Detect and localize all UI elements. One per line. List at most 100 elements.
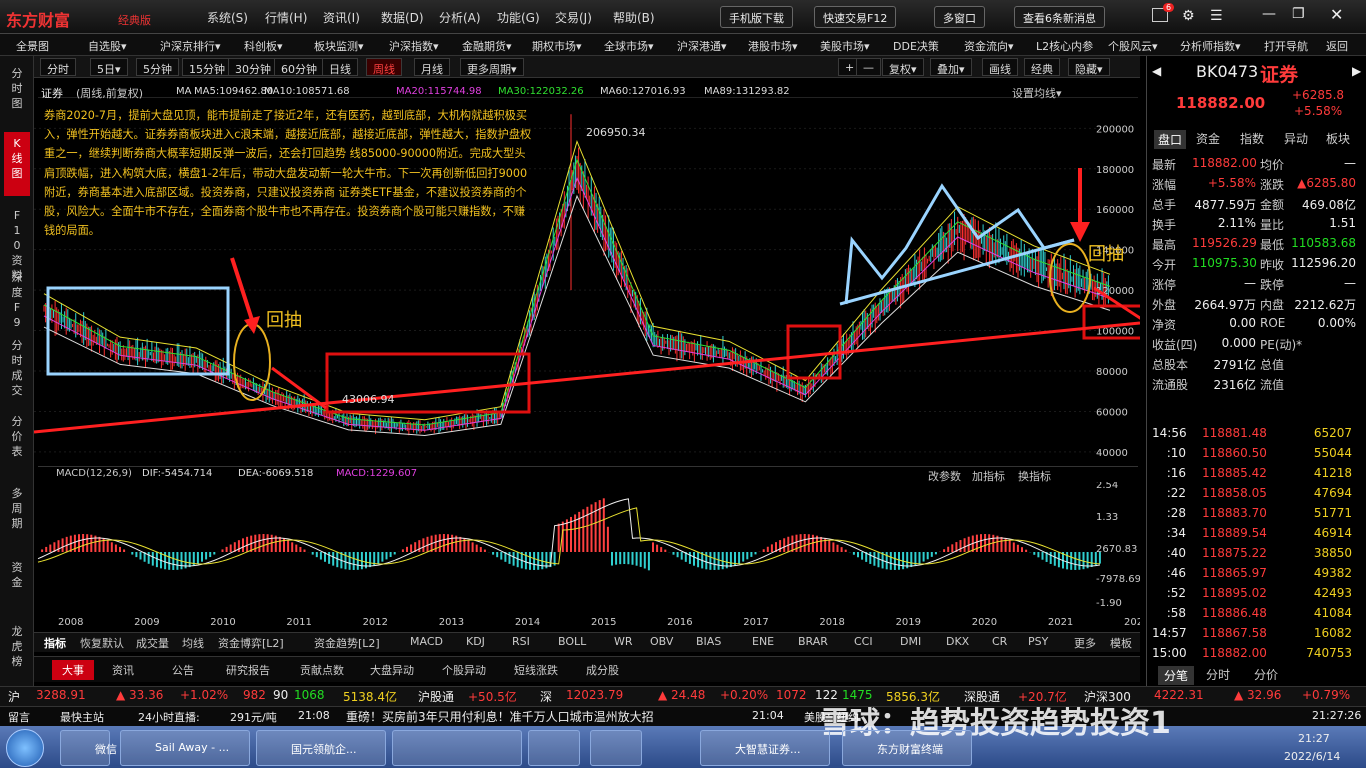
left-tab-6[interactable]: 多 周 期: [4, 486, 30, 531]
indicator-1[interactable]: 恢复默认: [80, 635, 124, 651]
quote-tab-1[interactable]: 资金: [1196, 130, 1220, 147]
tf-4[interactable]: 30分钟: [228, 58, 278, 76]
macd-chart[interactable]: 2.54 1.33 2670.83 -7978.69 -1.90: [34, 482, 1140, 612]
left-tab-8[interactable]: 龙 虎 榜: [4, 624, 30, 669]
quote-bottom-tab-1[interactable]: 分时: [1206, 666, 1230, 683]
nav-item-14[interactable]: L2核心内参: [1036, 38, 1093, 54]
next-icon[interactable]: ▶: [1352, 64, 1361, 78]
nav-item-6[interactable]: 金融期货▾: [462, 38, 512, 54]
chart-tool-1[interactable]: —: [856, 58, 881, 76]
nav-item-1[interactable]: 自选股▾: [88, 38, 127, 54]
nav-item-18[interactable]: 返回: [1326, 38, 1348, 54]
quote-bottom-tab-2[interactable]: 分价: [1254, 666, 1278, 683]
taskbar-app-7[interactable]: 东方财富终端: [842, 730, 972, 766]
left-tab-3[interactable]: 深 度 F 9: [4, 270, 30, 330]
nav-item-17[interactable]: 打开导航: [1264, 38, 1308, 54]
info-tab-7[interactable]: 短线涨跌: [514, 662, 558, 678]
menu-function[interactable]: 功能(G): [497, 9, 540, 26]
menu-data[interactable]: 数据(D): [381, 9, 424, 26]
nav-item-0[interactable]: 全景图: [16, 38, 49, 54]
settings-icon[interactable]: ⚙: [1182, 8, 1195, 24]
nav-item-11[interactable]: 美股市场▾: [820, 38, 870, 54]
info-tab-3[interactable]: 研究报告: [226, 662, 270, 678]
tf-9[interactable]: 更多周期▾: [460, 58, 524, 76]
menu-system[interactable]: 系统(S): [207, 9, 248, 26]
info-tab-6[interactable]: 个股异动: [442, 662, 486, 678]
close-icon[interactable]: ✕: [1330, 5, 1343, 24]
left-tab-5[interactable]: 分 价 表: [4, 414, 30, 459]
nav-item-9[interactable]: 沪深港通▾: [677, 38, 727, 54]
indicator-3[interactable]: 均线: [182, 635, 204, 651]
indicator-17[interactable]: DKX: [946, 635, 969, 648]
fastest-server[interactable]: 最快主站: [60, 709, 104, 725]
message-button[interactable]: 留言: [8, 709, 30, 725]
taskbar-app-6[interactable]: 大智慧证券...: [700, 730, 830, 766]
taskbar-app-5[interactable]: [590, 730, 642, 766]
indicator-11[interactable]: OBV: [650, 635, 673, 648]
indicator-6[interactable]: MACD: [410, 635, 443, 648]
indicator-0[interactable]: 指标: [44, 635, 66, 651]
chart-tool-2[interactable]: 复权▾: [882, 58, 924, 76]
indicator-4[interactable]: 资金博弈[L2]: [218, 635, 284, 651]
indicator-18[interactable]: CR: [992, 635, 1007, 648]
nav-item-15[interactable]: 个股风云▾: [1108, 38, 1158, 54]
tf-8[interactable]: 月线: [414, 58, 450, 76]
indicator-10[interactable]: WR: [614, 635, 633, 648]
taskbar-app-3[interactable]: [392, 730, 522, 766]
indicator-21[interactable]: 模板: [1110, 635, 1132, 651]
info-tab-2[interactable]: 公告: [172, 662, 194, 678]
multi-window-button[interactable]: 多窗口: [934, 6, 985, 28]
indicator-14[interactable]: BRAR: [798, 635, 828, 648]
prev-icon[interactable]: ◀: [1152, 64, 1161, 78]
chart-tool-5[interactable]: 经典: [1024, 58, 1060, 76]
indicator-19[interactable]: PSY: [1028, 635, 1048, 648]
tf-7[interactable]: 周线: [366, 58, 402, 76]
left-tab-4[interactable]: 分 时 成 交: [4, 338, 30, 398]
nav-item-5[interactable]: 沪深指数▾: [389, 38, 439, 54]
indicator-9[interactable]: BOLL: [558, 635, 586, 648]
indicator-13[interactable]: ENE: [752, 635, 774, 648]
quote-tab-0[interactable]: 盘口: [1154, 130, 1187, 149]
indicator-8[interactable]: RSI: [512, 635, 530, 648]
nav-item-4[interactable]: 板块监测▾: [314, 38, 364, 54]
indicator-15[interactable]: CCI: [854, 635, 873, 648]
tf-5[interactable]: 60分钟: [274, 58, 324, 76]
tf-2[interactable]: 5分钟: [136, 58, 179, 76]
taskbar-app-2[interactable]: 国元领航企...: [256, 730, 386, 766]
nav-item-2[interactable]: 沪深京排行▾: [160, 38, 221, 54]
mobile-download-button[interactable]: 手机版下载: [720, 6, 793, 28]
quote-bottom-tab-0[interactable]: 分笔: [1158, 666, 1195, 685]
nav-item-8[interactable]: 全球市场▾: [604, 38, 654, 54]
info-tab-5[interactable]: 大盘异动: [370, 662, 414, 678]
nav-item-3[interactable]: 科创板▾: [244, 38, 283, 54]
indicator-12[interactable]: BIAS: [696, 635, 721, 648]
left-tab-7[interactable]: 资 金: [4, 560, 30, 590]
indicator-16[interactable]: DMI: [900, 635, 921, 648]
nav-item-13[interactable]: 资金流向▾: [964, 38, 1014, 54]
info-tab-1[interactable]: 资讯: [112, 662, 134, 678]
nav-item-12[interactable]: DDE决策: [893, 38, 939, 54]
left-tab-0[interactable]: 分 时 图: [4, 66, 30, 111]
start-button[interactable]: [6, 729, 44, 767]
info-tab-4[interactable]: 贡献点数: [300, 662, 344, 678]
user-icon[interactable]: ☰: [1210, 8, 1223, 24]
nav-item-16[interactable]: 分析师指数▾: [1180, 38, 1241, 54]
indicator-2[interactable]: 成交量: [136, 635, 169, 651]
tf-3[interactable]: 15分钟: [182, 58, 232, 76]
quote-tab-4[interactable]: 板块: [1326, 130, 1350, 147]
menu-news[interactable]: 资讯(I): [323, 9, 360, 26]
nav-item-7[interactable]: 期权市场▾: [532, 38, 582, 54]
menu-analysis[interactable]: 分析(A): [439, 9, 481, 26]
chart-tool-4[interactable]: 画线: [982, 58, 1018, 76]
news-headline[interactable]: 重磅！买房前3年只用付利息！准千万人口城市温州放大招: [346, 708, 654, 725]
quote-tab-3[interactable]: 异动: [1284, 130, 1308, 147]
nav-item-10[interactable]: 港股市场▾: [748, 38, 798, 54]
taskbar-app-1[interactable]: Sail Away - ...: [120, 730, 250, 766]
taskbar-app-4[interactable]: [528, 730, 580, 766]
chart-tool-6[interactable]: 隐藏▾: [1068, 58, 1110, 76]
indicator-7[interactable]: KDJ: [466, 635, 485, 648]
tf-0[interactable]: 分时: [40, 58, 76, 76]
info-tab-0[interactable]: 大事: [52, 660, 94, 680]
quote-tab-2[interactable]: 指数: [1240, 130, 1264, 147]
chart-tool-3[interactable]: 叠加▾: [930, 58, 972, 76]
